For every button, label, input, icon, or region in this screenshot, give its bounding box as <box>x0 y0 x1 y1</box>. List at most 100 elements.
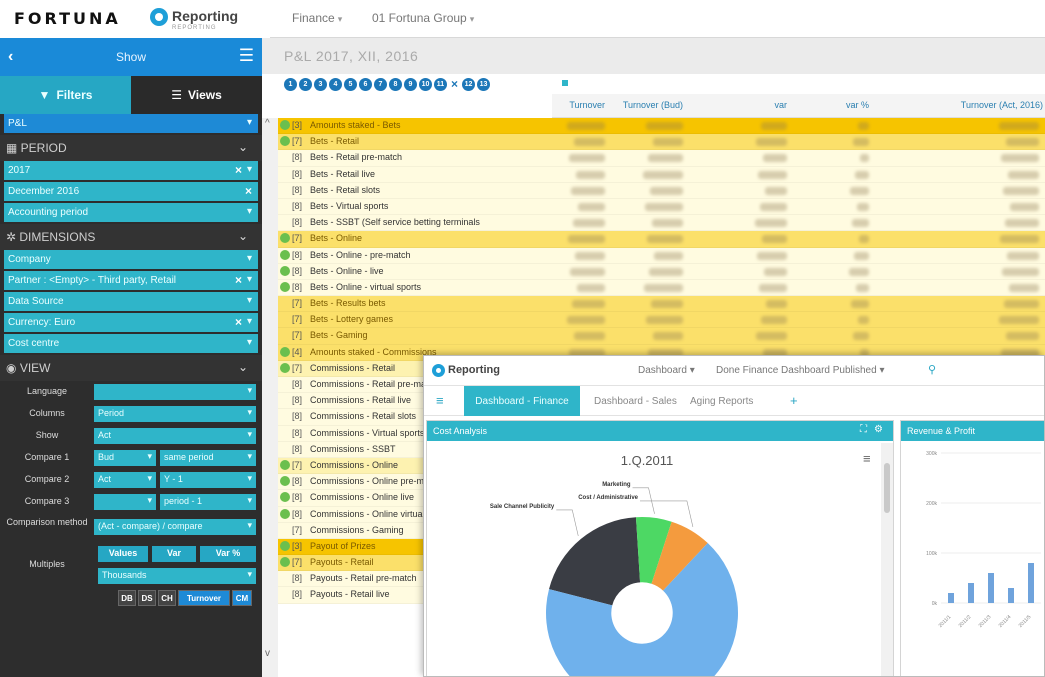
level-button[interactable]: 3 <box>314 77 327 91</box>
expand-row-icon[interactable] <box>280 346 290 357</box>
values-toggle[interactable]: Values <box>98 546 148 562</box>
column-settings-icon[interactable] <box>562 80 568 86</box>
table-row[interactable]: [7] Bets - Online <box>278 231 1045 248</box>
columns-select[interactable]: Period ▾ <box>94 406 256 422</box>
level-button[interactable]: 7 <box>374 77 387 91</box>
db-button[interactable]: DB <box>118 590 136 606</box>
table-row[interactable]: [3] Amounts staked - Bets <box>278 118 1045 135</box>
period-section-header[interactable]: ▦ PERIOD ⌄ <box>0 135 262 161</box>
level-button[interactable]: 8 <box>389 77 402 91</box>
pie-slice[interactable] <box>549 517 641 606</box>
tab-dashboard-finance[interactable]: Dashboard - Finance <box>464 386 580 416</box>
compare3-select[interactable]: ▾ <box>94 494 156 510</box>
table-row[interactable]: [7] Bets - Retail <box>278 134 1045 151</box>
cost-centre-select[interactable]: Cost centre ▾ <box>4 334 258 355</box>
table-row[interactable]: [8] Bets - Online - pre-match <box>278 247 1045 264</box>
table-row[interactable]: [8] Bets - Online - live <box>278 263 1045 280</box>
level-button[interactable]: 12 <box>462 77 476 91</box>
table-row[interactable]: [8] Bets - SSBT (Self service betting ter… <box>278 215 1045 232</box>
dashboard-select-dropdown[interactable]: Done Finance Dashboard Published ▾ <box>716 365 884 376</box>
scrollbar-thumb[interactable] <box>884 463 890 513</box>
level-button[interactable]: 10 <box>419 77 432 91</box>
tab-views[interactable]: ☰ Views <box>131 76 262 114</box>
expand-row-icon[interactable] <box>280 120 290 130</box>
column-header[interactable]: Turnover (Act, 2016) <box>961 100 1043 110</box>
cm-button[interactable]: CM <box>232 590 252 606</box>
expand-row-icon[interactable] <box>280 508 290 519</box>
add-tab-icon[interactable]: + <box>790 386 798 416</box>
table-row[interactable]: [8] Bets - Retail pre-match <box>278 150 1045 167</box>
search-icon[interactable]: ⚲ <box>928 363 936 376</box>
vertical-scrollbar[interactable]: ^ v <box>262 118 278 677</box>
table-row[interactable]: [8] Bets - Online - virtual sports <box>278 279 1045 297</box>
level-button[interactable]: 2 <box>299 77 312 91</box>
turnover-button[interactable]: Turnover <box>178 590 230 606</box>
expand-row-icon[interactable] <box>280 265 290 276</box>
compare3-scope-select[interactable]: period - 1 ▾ <box>160 494 256 510</box>
bar[interactable] <box>1008 588 1014 603</box>
expand-row-icon[interactable] <box>280 540 290 551</box>
collapse-levels-icon[interactable]: × <box>451 77 458 91</box>
clear-icon[interactable]: × <box>235 273 242 287</box>
expand-row-icon[interactable] <box>280 136 290 147</box>
table-row[interactable]: [8] Bets - Virtual sports <box>278 198 1045 216</box>
period-month-select[interactable]: December 2016 × <box>4 182 258 203</box>
fortuna-logo[interactable]: FORTUNA <box>14 9 121 28</box>
ds-button[interactable]: DS <box>138 590 156 606</box>
compare2-scope-select[interactable]: Y - 1 ▾ <box>160 472 256 488</box>
nav-company-dropdown[interactable]: 01 Fortuna Group ▾ <box>372 11 474 25</box>
tab-filters[interactable]: ▼ Filters <box>0 76 131 114</box>
company-select[interactable]: Company ▾ <box>4 250 258 271</box>
view-section-header[interactable]: ◉ VIEW ⌄ <box>0 355 262 381</box>
level-button[interactable]: 9 <box>404 77 417 91</box>
dashboard-nav-dropdown[interactable]: Dashboard ▾ <box>638 365 695 376</box>
partner-select[interactable]: Partner : <Empty> - Third party, Retail … <box>4 271 258 292</box>
multiples-select[interactable]: Thousands ▾ <box>98 568 256 584</box>
bar[interactable] <box>988 573 994 603</box>
compare2-select[interactable]: Act ▾ <box>94 472 156 488</box>
expand-row-icon[interactable] <box>280 492 290 503</box>
var-percent-toggle[interactable]: Var % <box>200 546 256 562</box>
table-row[interactable]: [7] Bets - Lottery games <box>278 312 1045 329</box>
language-select[interactable]: ▾ <box>94 384 256 400</box>
chevron-up-icon[interactable]: ^ <box>265 118 270 129</box>
table-row[interactable]: [8] Bets - Retail slots <box>278 182 1045 199</box>
clear-icon[interactable]: × <box>245 184 252 198</box>
bar[interactable] <box>1028 563 1034 603</box>
level-button[interactable]: 5 <box>344 77 357 91</box>
comparison-method-select[interactable]: (Act - compare) / compare ▾ <box>94 519 256 535</box>
compare1-scope-select[interactable]: same period ▾ <box>160 450 256 466</box>
expand-row-icon[interactable] <box>280 557 290 568</box>
clear-icon[interactable]: × <box>235 163 242 177</box>
dimensions-section-header[interactable]: ✲ DIMENSIONS ⌄ <box>0 224 262 250</box>
column-header[interactable]: var <box>774 100 787 110</box>
level-button[interactable]: 1 <box>284 77 297 91</box>
data-source-select[interactable]: Data Source ▾ <box>4 292 258 313</box>
clear-icon[interactable]: × <box>235 315 242 329</box>
expand-row-icon[interactable] <box>280 362 290 373</box>
tab-dashboard-sales[interactable]: Dashboard - Sales <box>594 386 677 416</box>
expand-row-icon[interactable] <box>280 233 290 244</box>
period-year-select[interactable]: 2017 × ▾ <box>4 161 258 182</box>
level-button[interactable]: 6 <box>359 77 372 91</box>
hamburger-menu-icon[interactable]: ☰ <box>239 46 254 66</box>
period-mode-select[interactable]: Accounting period ▾ <box>4 203 258 224</box>
panel-scrollbar[interactable] <box>881 443 893 676</box>
chevron-down-icon[interactable]: v <box>265 648 270 659</box>
nav-finance-dropdown[interactable]: Finance ▾ <box>292 11 342 25</box>
level-button[interactable]: 11 <box>434 77 447 91</box>
level-button[interactable]: 13 <box>477 77 491 91</box>
table-row[interactable]: [7] Bets - Gaming <box>278 328 1045 345</box>
tab-aging-reports[interactable]: Aging Reports <box>690 386 753 416</box>
show-select[interactable]: Act ▾ <box>94 428 256 444</box>
expand-row-icon[interactable] <box>280 281 290 292</box>
column-header[interactable]: Turnover <box>569 100 605 110</box>
bar[interactable] <box>948 593 954 603</box>
ch-button[interactable]: CH <box>158 590 176 606</box>
var-toggle[interactable]: Var <box>152 546 196 562</box>
column-header[interactable]: Turnover (Bud) <box>623 100 683 110</box>
expand-row-icon[interactable] <box>280 249 290 260</box>
compare1-select[interactable]: Bud ▾ <box>94 450 156 466</box>
hamburger-menu-icon[interactable]: ≡ <box>436 393 444 408</box>
table-row[interactable]: [8] Bets - Retail live <box>278 166 1045 183</box>
